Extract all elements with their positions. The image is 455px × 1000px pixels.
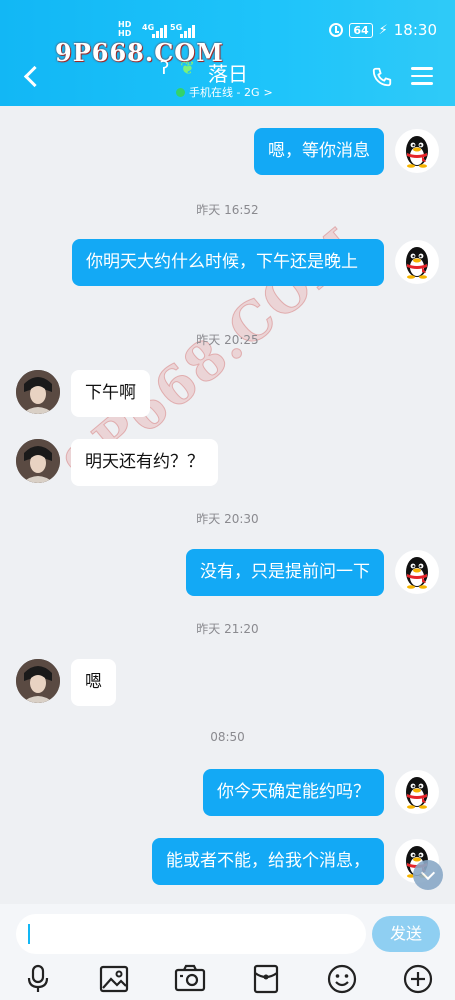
text-caret xyxy=(28,924,30,944)
back-button[interactable] xyxy=(22,64,42,88)
my-avatar[interactable] xyxy=(395,129,439,173)
message-bubble-them[interactable]: 明天还有约？？ xyxy=(71,439,218,486)
contact-name: 落日 xyxy=(208,62,248,86)
qq-penguin-icon xyxy=(406,136,428,168)
qq-penguin-icon xyxy=(406,557,428,589)
leaf-icon: ❦ xyxy=(180,58,196,79)
timestamp: 昨天 21:20 xyxy=(196,622,259,636)
my-avatar[interactable] xyxy=(395,550,439,594)
watermark-logo-top: 9P668.COM xyxy=(55,38,224,67)
charging-icon: ⚡ xyxy=(378,22,388,38)
signal-indicators: HD HD xyxy=(118,20,131,38)
battery-level: 64 xyxy=(349,22,373,38)
timestamp: 昨天 16:52 xyxy=(196,203,259,217)
online-status[interactable]: 手机在线 - 2G > xyxy=(176,84,273,100)
message-bubble-them[interactable]: 下午啊 xyxy=(71,370,150,417)
red-packet-icon[interactable] xyxy=(249,962,283,996)
person-avatar-icon xyxy=(16,659,60,703)
menu-icon[interactable] xyxy=(411,67,433,87)
person-avatar-icon xyxy=(16,370,60,414)
message-bubble-me[interactable]: 没有，只是提前问一下 xyxy=(186,549,384,596)
qq-penguin-icon xyxy=(406,247,428,279)
message-bubble-me[interactable]: 能或者不能，给我个消息， xyxy=(152,838,384,885)
message-bubble-me[interactable]: 你明天大约什么时候，下午还是晚上 xyxy=(72,239,384,286)
my-avatar[interactable] xyxy=(395,770,439,814)
contact-avatar[interactable] xyxy=(16,370,60,414)
phone-icon[interactable] xyxy=(371,66,393,88)
emoji-icon[interactable] xyxy=(325,962,359,996)
signal-bars-icon xyxy=(152,22,168,38)
status-time: 18:30 xyxy=(393,21,437,39)
send-button[interactable]: 发送 xyxy=(372,916,440,952)
plus-icon[interactable] xyxy=(401,962,435,996)
my-avatar[interactable] xyxy=(395,240,439,284)
hd-label-top: HD xyxy=(118,20,132,29)
message-bubble-me[interactable]: 嗯，等你消息 xyxy=(254,128,384,175)
signal-bars-icon-2 xyxy=(180,22,196,38)
camera-icon[interactable] xyxy=(173,962,207,996)
timestamp: 昨天 20:30 xyxy=(196,512,259,526)
ear-icon: ʔ xyxy=(160,58,170,79)
message-input[interactable] xyxy=(16,914,366,954)
input-toolbar xyxy=(0,960,455,1000)
timestamp: 08:50 xyxy=(210,730,245,744)
input-area: 发送 xyxy=(0,904,455,1000)
timestamp: 昨天 20:25 xyxy=(196,333,259,347)
message-bubble-me[interactable]: 你今天确定能约吗？ xyxy=(203,769,384,816)
alarm-icon xyxy=(329,23,344,37)
message-bubble-them[interactable]: 嗯 xyxy=(71,659,116,706)
contact-avatar[interactable] xyxy=(16,439,60,483)
qq-penguin-icon xyxy=(406,777,428,809)
mic-icon[interactable] xyxy=(21,962,55,996)
chevron-right-icon: > xyxy=(263,85,273,99)
hd-label-bottom: HD xyxy=(118,29,132,38)
image-icon[interactable] xyxy=(97,962,131,996)
status-right: 64 ⚡ 18:30 xyxy=(329,21,437,39)
person-avatar-icon xyxy=(16,439,60,483)
scroll-down-icon[interactable] xyxy=(413,860,443,890)
contact-avatar[interactable] xyxy=(16,659,60,703)
online-dot-icon xyxy=(176,87,185,97)
online-status-text: 手机在线 - 2G xyxy=(189,86,260,99)
chat-header: HD HD 4G 5G 64 ⚡ 18:30 9P668.COM ʔ ❦ 落日 … xyxy=(0,0,455,106)
chat-area[interactable]: 9P668.COM 嗯，等你消息 昨天 16:52 你明天大约什么时候，下午还是… xyxy=(0,106,455,904)
